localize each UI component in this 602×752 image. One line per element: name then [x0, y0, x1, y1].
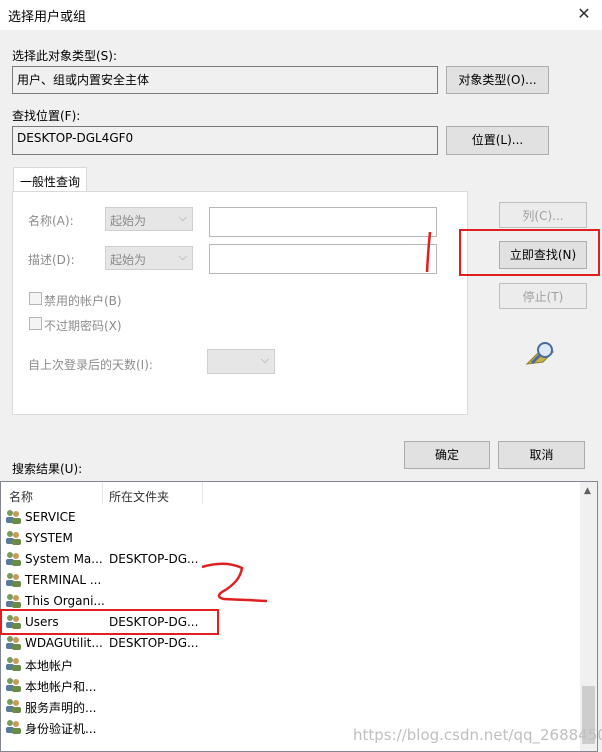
watermark: https://blog.csdn.net/qq_26884501 [353, 726, 602, 744]
handwritten-annotations [201, 231, 432, 603]
